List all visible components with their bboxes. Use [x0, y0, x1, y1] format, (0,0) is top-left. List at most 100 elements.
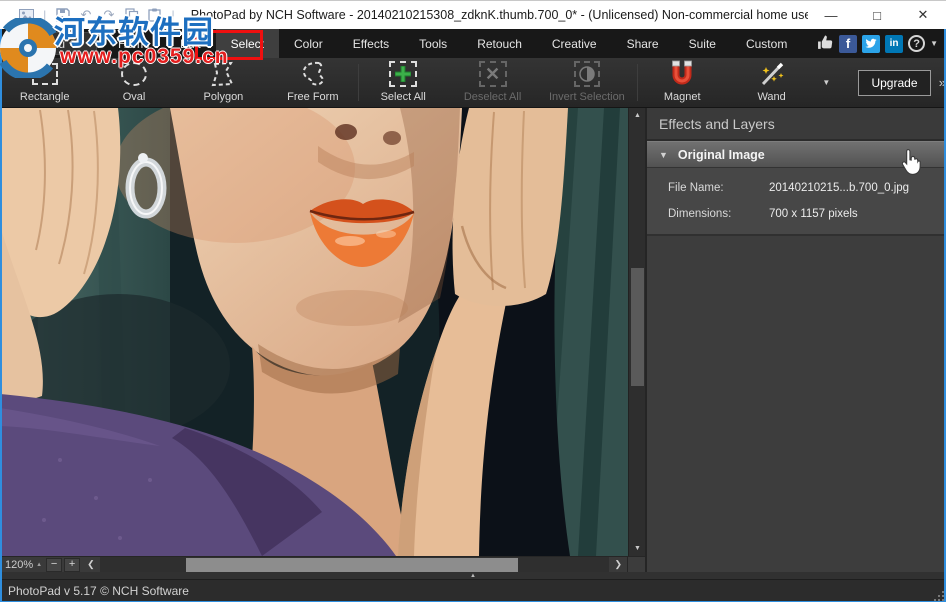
twitter-icon[interactable] — [862, 35, 880, 53]
statusbar-splitter[interactable]: ▲ — [0, 572, 946, 579]
zoom-spinner-icon[interactable]: ▲ — [36, 562, 46, 568]
tab-tools[interactable]: Tools — [404, 29, 462, 58]
tab-creative[interactable]: Creative — [537, 29, 612, 58]
zoom-out-button[interactable]: − — [46, 558, 62, 572]
right-hand — [453, 108, 568, 306]
tab-home[interactable]: Home — [103, 29, 165, 58]
tab-suite[interactable]: Suite — [674, 29, 731, 58]
window-title: PhotoPad by NCH Software - 2014021021530… — [191, 8, 808, 22]
magnet-button[interactable]: Magnet — [638, 58, 727, 107]
statusbar: PhotoPad v 5.17 © NCH Software — [0, 579, 946, 601]
tab-select[interactable]: Select — [216, 29, 279, 58]
polygon-select-button[interactable]: Polygon — [179, 58, 268, 107]
oval-select-button[interactable]: Oval — [89, 58, 178, 107]
photo-canvas[interactable] — [0, 108, 628, 556]
polygon-selection-icon — [209, 59, 237, 89]
dimensions-label: Dimensions: — [647, 208, 769, 220]
paste-icon[interactable] — [146, 7, 163, 23]
toolbar-overflow-icon[interactable]: » — [939, 75, 946, 90]
scroll-left-icon[interactable]: ❮ — [82, 559, 100, 570]
upgrade-button[interactable]: Upgrade — [858, 70, 931, 96]
rectangle-selection-icon — [32, 59, 58, 89]
dimensions-value: 700 x 1157 pixels — [769, 208, 858, 220]
vertical-scroll-thumb[interactable] — [631, 268, 644, 386]
menubar: Menu ▼ Home Edit Select Color Effects To… — [0, 29, 946, 58]
like-icon[interactable] — [817, 34, 834, 54]
scroll-right-icon[interactable]: ❯ — [609, 559, 627, 570]
tab-share[interactable]: Share — [612, 29, 674, 58]
chevron-down-icon[interactable]: ▼ — [930, 39, 938, 48]
panel-title: Effects and Layers — [647, 108, 944, 141]
magnet-icon — [667, 59, 697, 89]
tab-edit[interactable]: Edit — [165, 29, 216, 58]
tool-label: Wand — [757, 91, 785, 103]
tool-label: Free Form — [287, 91, 338, 103]
tab-color[interactable]: Color — [279, 29, 338, 58]
file-name-value: 20140210215...b.700_0.jpg — [769, 182, 909, 194]
collapse-triangle-icon[interactable]: ▼ — [659, 150, 668, 160]
hamburger-icon — [15, 39, 29, 49]
window-controls: — □ ✕ — [808, 1, 946, 29]
freeform-select-button[interactable]: Free Form — [268, 58, 357, 107]
facebook-icon[interactable]: f — [839, 35, 857, 53]
tool-label: Invert Selection — [549, 91, 625, 103]
freeform-selection-icon — [299, 59, 327, 89]
portrait-photo — [0, 108, 628, 556]
file-name-row: File Name: 20140210215...b.700_0.jpg — [647, 182, 944, 194]
zoom-in-button[interactable]: + — [64, 558, 80, 572]
menubar-social-icons: f in ? ▼ — [817, 29, 946, 58]
scrollbar-corner — [627, 557, 645, 573]
horizontal-scroll-thumb[interactable] — [186, 558, 518, 572]
copy-icon[interactable] — [123, 7, 140, 23]
deselect-all-button: ✕ Deselect All — [448, 58, 537, 107]
maximize-button[interactable]: □ — [854, 1, 900, 29]
app-icon — [18, 7, 35, 23]
titlebar-quick-icons: | ↶ ↷ | — [0, 7, 183, 23]
dimensions-row: Dimensions: 700 x 1157 pixels — [647, 208, 944, 220]
scroll-down-icon[interactable]: ▼ — [629, 541, 646, 556]
collapse-up-icon[interactable]: ▲ — [470, 573, 476, 579]
save-icon[interactable] — [54, 7, 71, 23]
tab-retouch[interactable]: Retouch — [462, 29, 537, 58]
hand-cursor-icon — [899, 148, 923, 181]
vertical-scrollbar[interactable]: ▲ ▼ — [628, 108, 645, 556]
chevron-down-icon[interactable]: ▼ — [816, 58, 836, 107]
file-name-label: File Name: — [647, 182, 769, 194]
deselect-all-icon: ✕ — [479, 59, 507, 89]
tool-label: Oval — [123, 91, 146, 103]
scroll-up-icon[interactable]: ▲ — [629, 108, 646, 123]
chevron-down-icon[interactable]: ▼ — [73, 39, 90, 48]
linkedin-icon[interactable]: in — [885, 35, 903, 53]
toolbar: Rectangle Oval Polygon Free Form Se — [0, 58, 946, 108]
horizontal-scrollbar[interactable] — [100, 557, 610, 573]
tool-label: Select All — [381, 91, 426, 103]
titlebar: | ↶ ↷ | PhotoPad by NCH Software - 20140… — [0, 1, 946, 29]
wand-icon — [757, 59, 787, 89]
tab-custom[interactable]: Custom — [731, 29, 802, 58]
menu-button[interactable]: Menu ▼ — [8, 32, 97, 55]
nose-nostril — [335, 124, 357, 140]
effects-layers-panel: Effects and Layers ▼ Original Image File… — [645, 108, 944, 572]
menu-button-label: Menu — [35, 37, 65, 51]
redo-icon[interactable]: ↷ — [100, 7, 117, 23]
photopad-window: | ↶ ↷ | PhotoPad by NCH Software - 20140… — [0, 0, 946, 602]
minimize-button[interactable]: — — [808, 1, 854, 29]
rectangle-select-button[interactable]: Rectangle — [0, 58, 89, 107]
undo-icon[interactable]: ↶ — [77, 7, 94, 23]
titlebar-separator: | — [41, 8, 48, 23]
nose-nostril — [383, 131, 401, 145]
titlebar-separator: | — [169, 8, 176, 23]
tool-label: Rectangle — [20, 91, 70, 103]
tool-label: Magnet — [664, 91, 701, 103]
select-all-icon — [389, 59, 417, 89]
zoom-level[interactable]: 120% — [0, 559, 36, 571]
close-button[interactable]: ✕ — [900, 1, 946, 29]
wand-button[interactable]: Wand — [727, 58, 816, 107]
resize-grip-icon[interactable] — [938, 595, 940, 597]
select-all-button[interactable]: Select All — [359, 58, 448, 107]
zoom-and-hscroll-bar: 120% ▲ − + ❮ ❯ — [0, 556, 645, 572]
status-text: PhotoPad v 5.17 © NCH Software — [8, 584, 189, 598]
help-icon[interactable]: ? — [908, 35, 925, 52]
tab-effects[interactable]: Effects — [338, 29, 404, 58]
oval-selection-icon — [121, 59, 147, 89]
